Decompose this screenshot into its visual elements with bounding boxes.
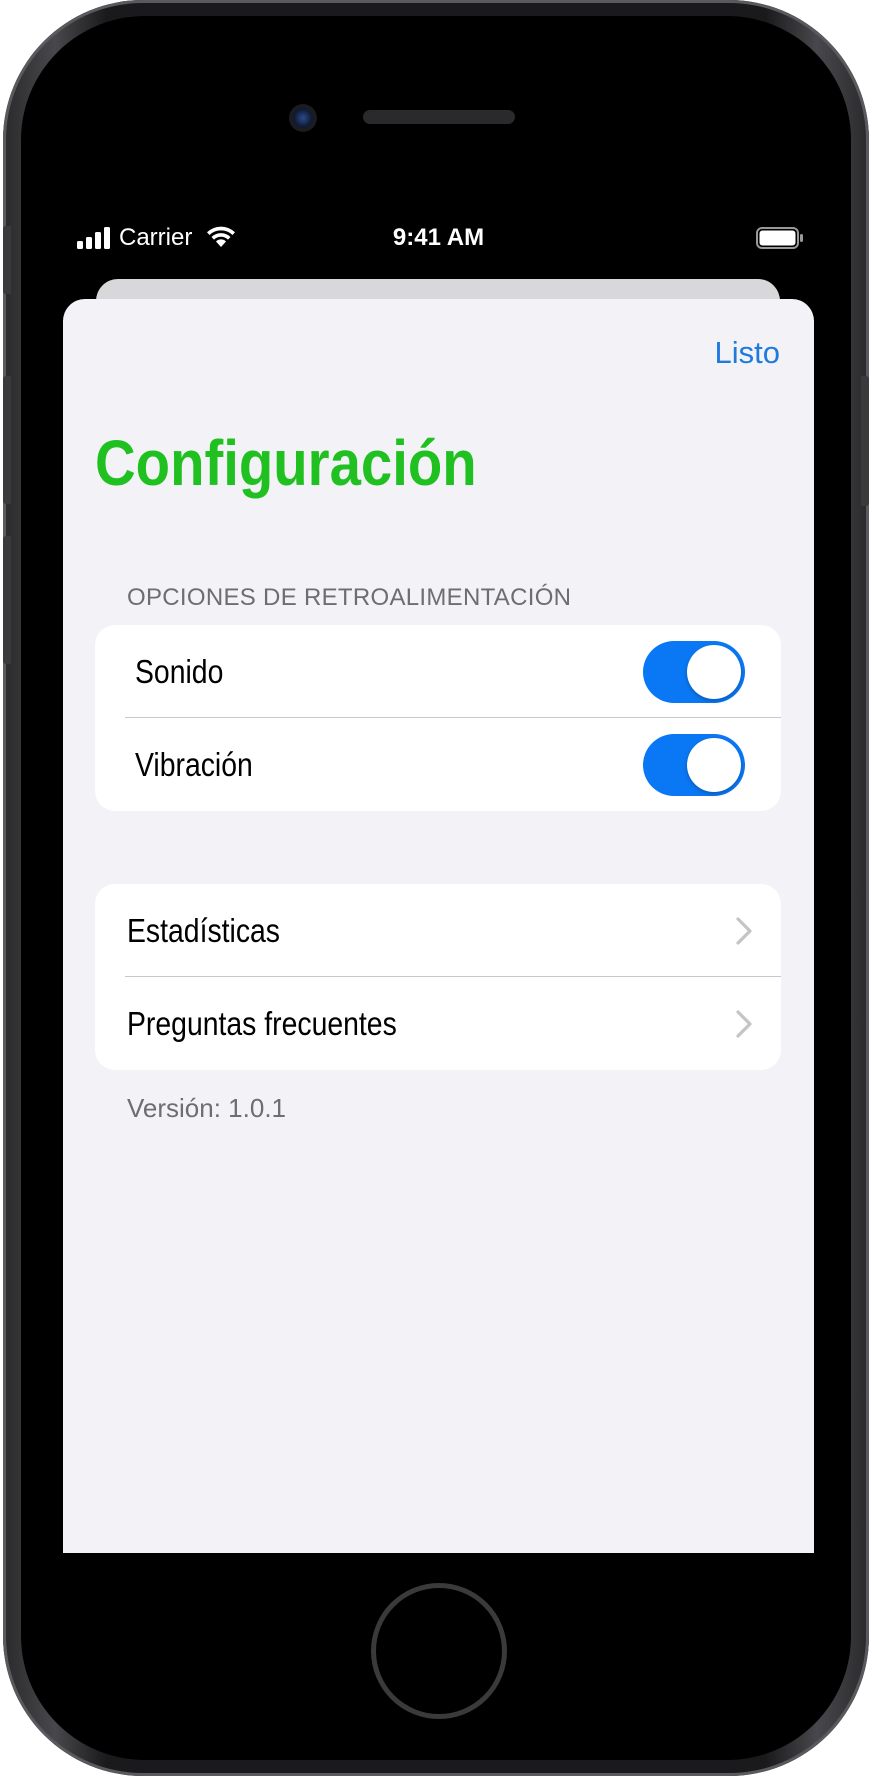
- page-title: Configuración: [95, 427, 477, 499]
- vibration-toggle-knob: [687, 738, 741, 792]
- chevron-right-icon: [736, 917, 752, 945]
- sound-label: Sonido: [135, 653, 224, 690]
- feedback-section-header: OPCIONES DE RETROALIMENTACIÓN: [127, 584, 572, 611]
- done-button[interactable]: Listo: [715, 335, 780, 371]
- feedback-options-group: Sonido Vibración: [95, 625, 781, 811]
- volume-up-button: [3, 376, 11, 504]
- settings-sheet: Listo Configuración OPCIONES DE RETROALI…: [63, 299, 814, 1553]
- battery-icon: [756, 227, 803, 249]
- sound-toggle[interactable]: [643, 641, 745, 703]
- statistics-row[interactable]: Estadísticas: [95, 884, 781, 977]
- front-camera: [289, 104, 317, 132]
- statistics-label: Estadísticas: [127, 912, 281, 949]
- power-button: [861, 376, 869, 506]
- navigation-group: Estadísticas Preguntas frecuentes: [95, 884, 781, 1070]
- sound-toggle-knob: [687, 645, 741, 699]
- mute-switch: [3, 226, 11, 294]
- status-bar: Carrier 9:41 AM: [59, 213, 818, 265]
- vibration-row: Vibración: [95, 718, 781, 811]
- earpiece-speaker: [363, 110, 515, 124]
- status-time: 9:41 AM: [392, 224, 485, 251]
- vibration-label: Vibración: [135, 746, 253, 783]
- volume-down-button: [3, 536, 11, 664]
- vibration-toggle[interactable]: [643, 734, 745, 796]
- screen: Carrier 9:41 AM Listo Configuración OPCI…: [59, 213, 818, 1553]
- version-label: Versión: 1.0.1: [127, 1093, 286, 1123]
- faq-row[interactable]: Preguntas frecuentes: [95, 977, 781, 1070]
- sound-row: Sonido: [95, 625, 781, 718]
- faq-label: Preguntas frecuentes: [127, 1005, 397, 1042]
- chevron-right-icon: [736, 1010, 752, 1038]
- device-frame: Carrier 9:41 AM Listo Configuración OPCI…: [3, 0, 869, 1776]
- home-button[interactable]: [371, 1583, 507, 1719]
